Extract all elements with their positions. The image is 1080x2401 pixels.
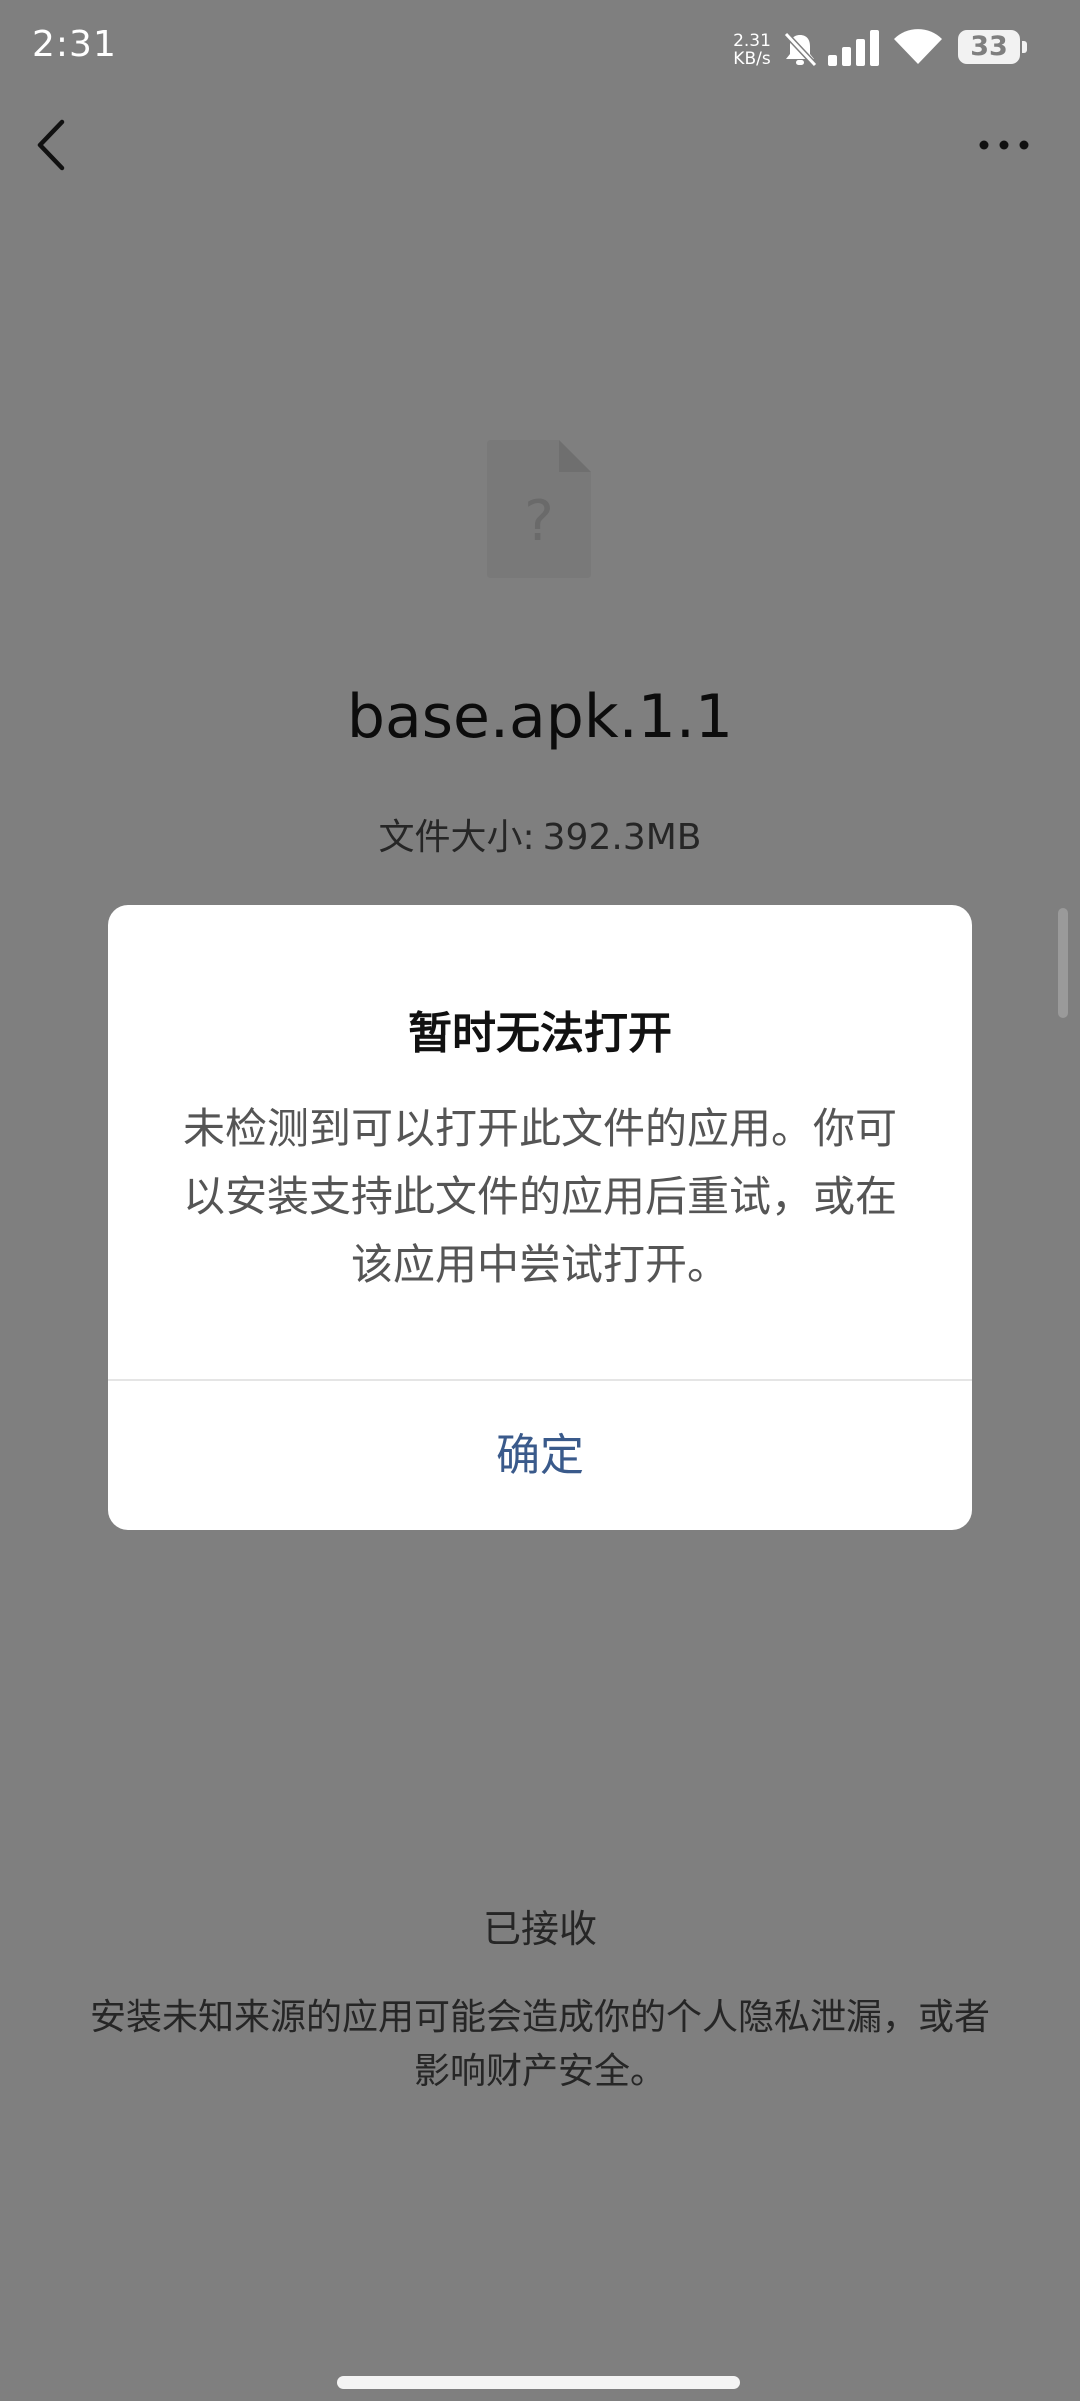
file-size-value: 392.3MB — [542, 817, 702, 858]
file-size-label: 文件大小: — [378, 817, 535, 858]
more-button[interactable] — [970, 120, 1040, 170]
dialog-message: 未检测到可以打开此文件的应用。你可以安装支持此文件的应用后重试，或在该应用中尝试… — [182, 1104, 897, 1289]
back-button[interactable] — [28, 110, 78, 180]
home-indicator[interactable] — [337, 2376, 740, 2389]
signal-icon — [828, 30, 879, 66]
network-speed-value: 2.31 — [733, 31, 771, 51]
file-size: 文件大小: 392.3MB — [0, 808, 1080, 860]
status-time: 2:31 — [32, 24, 117, 65]
network-speed-unit: KB/s — [733, 49, 771, 69]
open-failed-dialog: 暂时无法打开 未检测到可以打开此文件的应用。你可以安装支持此文件的应用后重试，或… — [108, 905, 972, 1530]
security-warning: 安装未知来源的应用可能会造成你的个人隐私泄漏，或者影响财产安全。 — [89, 1997, 990, 2092]
bell-off-icon — [783, 31, 818, 68]
file-icon-glyph: ? — [524, 489, 554, 554]
confirm-button[interactable]: 确定 — [108, 1381, 972, 1530]
dialog-title: 暂时无法打开 — [408, 1008, 672, 1059]
status-bar: 2:31 2.31 KB/s 33 — [0, 0, 1080, 96]
file-name: base.apk.1.1 — [346, 682, 734, 752]
received-status: 已接收 — [482, 1907, 597, 1951]
network-speed: 2.31 KB/s — [730, 32, 774, 68]
chevron-left-icon — [37, 119, 65, 171]
unknown-file-icon: ? — [487, 440, 591, 578]
battery-level: 33 — [970, 31, 1008, 62]
wifi-icon — [894, 29, 942, 64]
more-dots-icon — [979, 140, 1029, 150]
scrollbar[interactable] — [1058, 908, 1068, 1018]
